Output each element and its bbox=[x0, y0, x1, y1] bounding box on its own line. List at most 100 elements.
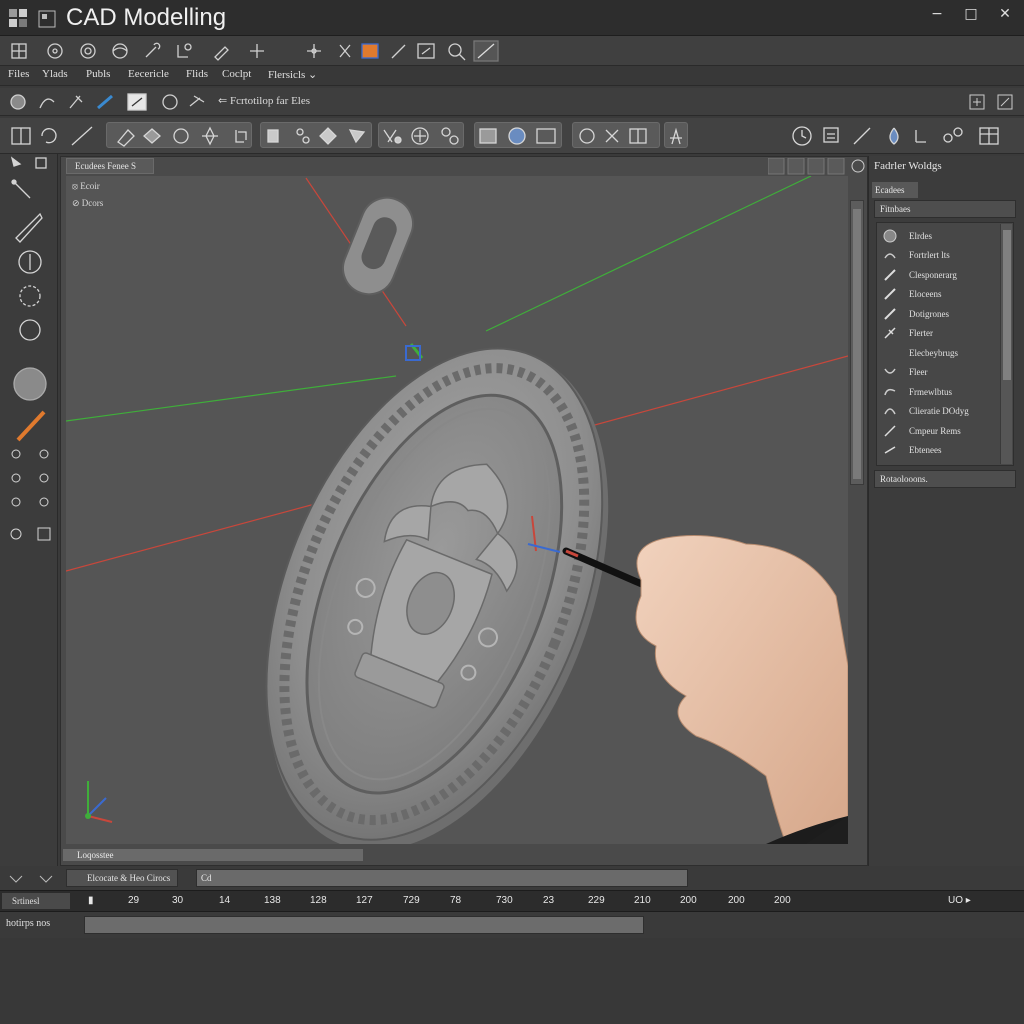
hand-with-stylus bbox=[562, 535, 849, 860]
view-icon bbox=[417, 43, 435, 59]
list-item[interactable]: Ebtenees bbox=[881, 441, 997, 459]
tool-list-scrollbar-thumb[interactable] bbox=[1003, 230, 1011, 380]
menu-coclpt[interactable]: Coclpt bbox=[222, 68, 251, 80]
list-item-label: Eloceens bbox=[909, 289, 942, 299]
cube-tool-icon bbox=[117, 129, 135, 147]
pen-icon bbox=[884, 269, 896, 281]
grid-icon bbox=[11, 43, 27, 59]
properties-input[interactable] bbox=[84, 916, 644, 934]
list-item[interactable]: Cmpeur Rems bbox=[881, 422, 997, 440]
rotate-icon bbox=[579, 128, 595, 144]
tool-list: Elrdes Fortrlert lts Clesponerarg Elocee… bbox=[876, 222, 1014, 466]
list-item[interactable]: Dotigrones bbox=[881, 305, 997, 323]
link-icon bbox=[943, 127, 963, 143]
axis-icon bbox=[307, 44, 321, 58]
menu-flids[interactable]: Flids bbox=[186, 68, 208, 80]
minimize-button[interactable]: − bbox=[930, 6, 944, 22]
viewport-scene bbox=[65, 175, 849, 860]
solid-icon bbox=[319, 127, 337, 145]
timeline-tick: 14 bbox=[219, 895, 231, 906]
list-item-label: Ebtenees bbox=[909, 445, 942, 455]
list-item[interactable]: Fleer bbox=[881, 363, 997, 381]
list-item[interactable]: Elecbeybrugs bbox=[881, 344, 997, 362]
list-item[interactable]: Fortrlert lts bbox=[881, 246, 997, 264]
menu-files[interactable]: Files bbox=[8, 68, 29, 80]
dots-icon bbox=[296, 128, 310, 144]
globe-icon bbox=[508, 127, 526, 145]
modeling-toolbar bbox=[0, 118, 1024, 154]
render-icon bbox=[411, 127, 429, 145]
table-icon bbox=[979, 127, 999, 145]
frame-icon bbox=[11, 127, 31, 145]
list-item-label: Clieratie DOdyg bbox=[909, 406, 969, 416]
list-item[interactable]: Eloceens bbox=[881, 285, 997, 303]
timeline-tick: 200 bbox=[728, 895, 745, 906]
refresh-icon bbox=[41, 128, 57, 144]
orbit-icon bbox=[80, 43, 96, 59]
list-item[interactable]: Frmewlbtus bbox=[881, 383, 997, 401]
pencil-icon bbox=[884, 327, 896, 339]
timeline-end[interactable]: UO ▸ bbox=[948, 895, 971, 906]
texture-icon bbox=[441, 127, 459, 145]
viewport-scrollbar[interactable] bbox=[850, 200, 864, 485]
pendant-bail bbox=[342, 196, 414, 296]
view-control-icons bbox=[969, 94, 1013, 110]
pendant-model bbox=[265, 347, 609, 851]
sculpt-icon bbox=[853, 127, 871, 145]
tool-list-scrollbar[interactable] bbox=[1000, 224, 1012, 464]
list-item-label: Frmewlbtus bbox=[909, 387, 953, 397]
top-gizmo[interactable] bbox=[405, 343, 424, 361]
timeline-playhead[interactable]: ▮ bbox=[88, 895, 94, 906]
target-icon bbox=[47, 43, 63, 59]
curve-icon bbox=[884, 368, 896, 374]
command-input[interactable]: Cd bbox=[196, 869, 688, 887]
sphere-primitive-icon bbox=[13, 367, 47, 401]
color-swatch-icon bbox=[361, 43, 379, 59]
orange-pen-icon bbox=[16, 410, 46, 442]
maximize-button[interactable]: □ bbox=[964, 6, 978, 22]
wrench-icon bbox=[145, 42, 161, 58]
right-panel-title: Fadrler Woldgs bbox=[874, 160, 942, 172]
command-label[interactable]: Elcocate & Heo Cirocs bbox=[66, 869, 178, 887]
timeline-tick: 200 bbox=[774, 895, 791, 906]
timeline-tick: 127 bbox=[356, 895, 373, 906]
close-button[interactable]: ✕ bbox=[998, 6, 1012, 22]
viewport-controls bbox=[768, 158, 865, 175]
menu-pubs[interactable]: Publs bbox=[86, 68, 110, 80]
menu-eecericle[interactable]: Eecericle bbox=[128, 68, 169, 80]
wire-view-icon bbox=[536, 128, 556, 144]
right-panel-select[interactable]: Fitnbaes bbox=[874, 200, 1016, 218]
title-bar: CAD Modelling − □ ✕ bbox=[0, 0, 1024, 36]
viewport-tab[interactable]: Ecudees Fenee S bbox=[66, 158, 154, 174]
list-item[interactable]: Clieratie DOdyg bbox=[881, 402, 997, 420]
3d-viewport[interactable] bbox=[65, 175, 849, 860]
bottom-panel bbox=[0, 938, 1024, 1024]
list-item-label: Elecbeybrugs bbox=[909, 348, 958, 358]
timeline-tick: 29 bbox=[128, 895, 140, 906]
star-tool-icon bbox=[202, 126, 218, 146]
menu-ylads[interactable]: Ylads bbox=[42, 68, 68, 80]
list-item[interactable]: Flerter bbox=[881, 324, 997, 342]
list-item[interactable]: Clesponerarg bbox=[881, 266, 997, 284]
timeline-tick: 128 bbox=[310, 895, 327, 906]
right-panel-footer[interactable]: Rotaolooons. bbox=[874, 470, 1016, 488]
menu-flersicls[interactable]: Flersicls ⌄ bbox=[268, 68, 317, 81]
list-item-label: Elrdes bbox=[909, 231, 932, 241]
right-panel-tab[interactable]: Ecadees bbox=[872, 182, 918, 198]
list-item[interactable]: Elrdes bbox=[881, 227, 997, 245]
timeline-tick: 30 bbox=[172, 895, 184, 906]
timeline-tick: 138 bbox=[264, 895, 281, 906]
viewport-scrollbar-thumb[interactable] bbox=[853, 209, 861, 479]
app-menu-icon[interactable] bbox=[38, 10, 56, 28]
list-item-label: Flerter bbox=[909, 328, 933, 338]
blue-pen-icon bbox=[97, 94, 113, 110]
material-icon bbox=[383, 129, 402, 144]
eraser-icon bbox=[189, 95, 205, 107]
list-item-label: Clesponerarg bbox=[909, 270, 957, 280]
curve-icon bbox=[884, 388, 896, 396]
draw-line-icon bbox=[11, 179, 31, 199]
secondary-toolbar: ⇐ Fcrtotilop far Eles bbox=[0, 88, 1024, 116]
left-tool-palette bbox=[0, 154, 58, 890]
brush-icon bbox=[391, 44, 406, 59]
list-item-label: Cmpeur Rems bbox=[909, 426, 961, 436]
